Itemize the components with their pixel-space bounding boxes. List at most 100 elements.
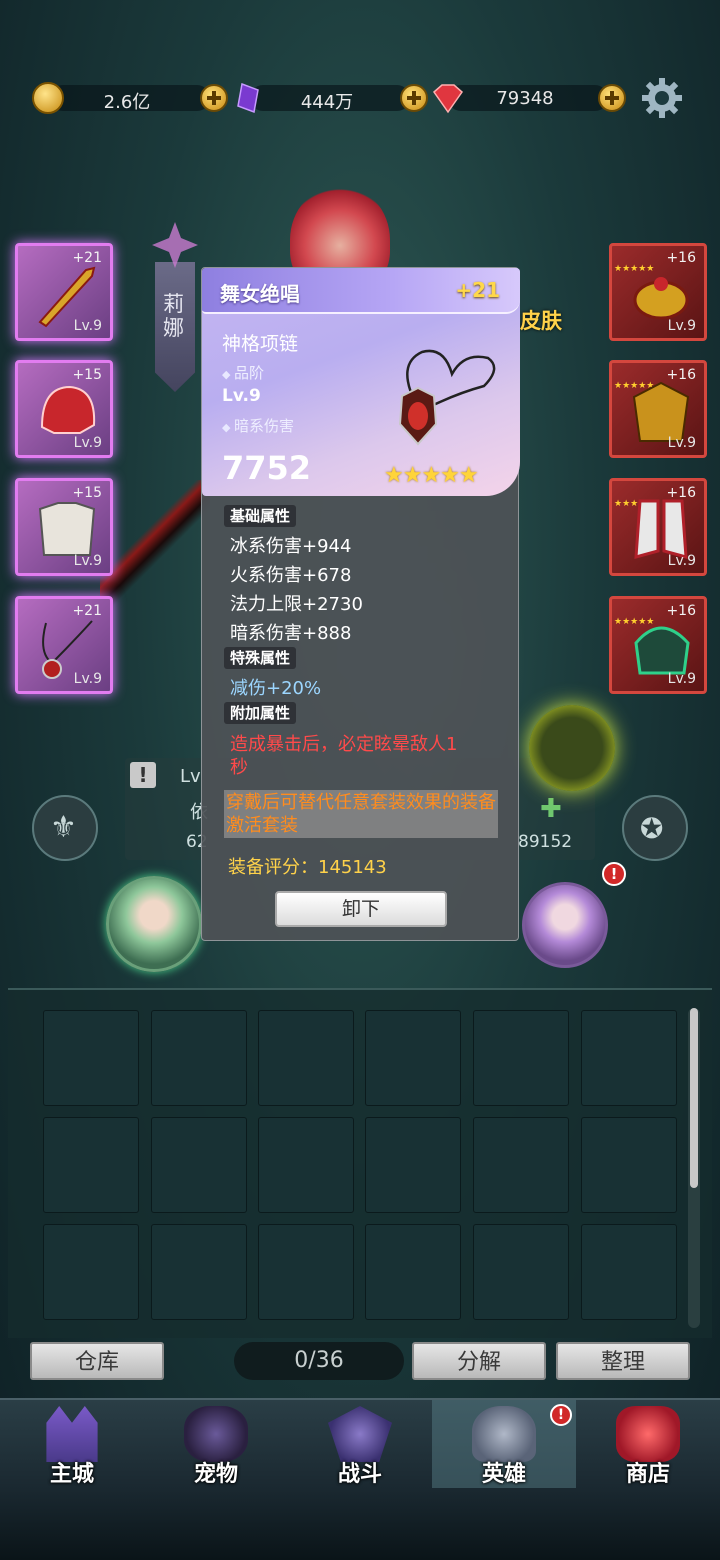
skin-label[interactable]: 皮肤	[520, 305, 562, 335]
inventory-slot[interactable]	[258, 1224, 354, 1320]
add-crystal-button[interactable]	[400, 84, 428, 112]
nav-label: 商店	[625, 1462, 670, 1487]
item-stars: ★★★★★	[384, 463, 479, 488]
equip-slot-weapon[interactable]: +21 Lv.9	[15, 243, 113, 341]
inventory-slot[interactable]	[581, 1224, 677, 1320]
inventory-slot[interactable]	[581, 1117, 677, 1213]
nav-battle[interactable]: 战斗	[288, 1400, 432, 1488]
equip-slot-boots[interactable]: +16 ★★★★★ Lv.9	[609, 478, 707, 576]
inventory-slot[interactable]	[365, 1117, 461, 1213]
inventory-slot[interactable]	[473, 1010, 569, 1106]
add-ruby-button[interactable]	[598, 84, 626, 112]
alert-badge: !	[602, 862, 626, 886]
set-effect-text: 穿戴后可替代任意套装效果的装备激活套装	[226, 792, 496, 836]
bottom-fade	[0, 1490, 720, 1560]
base-stat-3: 法力上限+2730	[230, 594, 363, 615]
inventory-slot[interactable]	[151, 1010, 247, 1106]
inventory-slot[interactable]	[365, 1010, 461, 1106]
item-type: 神格项链	[222, 333, 299, 355]
book-icon: ✪	[640, 812, 664, 845]
special-stats-title: 特殊属性	[224, 647, 297, 669]
inventory-slot[interactable]	[258, 1117, 354, 1213]
slot-level: Lv.9	[667, 435, 696, 451]
element-label: ◆ 暗系伤害	[222, 417, 294, 435]
weapon-deco	[100, 480, 210, 610]
extra-stats-title: 附加属性	[224, 702, 297, 724]
equip-slot-necklace[interactable]: +21 Lv.9	[15, 596, 113, 694]
inventory-slot[interactable]	[258, 1010, 354, 1106]
nav-label: 宠物	[193, 1462, 238, 1487]
nav-label: 主城	[49, 1462, 94, 1487]
slot-level: Lv.9	[73, 435, 102, 451]
slot-stars: ★★★★★	[614, 381, 655, 391]
equip-score: 装备评分：145143	[228, 857, 387, 878]
nav-main-city[interactable]: 主城	[0, 1400, 144, 1488]
gold-coin-icon	[32, 82, 64, 114]
inventory-slot[interactable]	[365, 1224, 461, 1320]
hero-power-right: 89152	[518, 832, 573, 852]
add-gold-button[interactable]	[200, 84, 228, 112]
slot-level: Lv.9	[667, 671, 696, 687]
extra-stat-line-1: 造成暴击后，必定眩晕敌人1	[230, 734, 458, 755]
gold-value: 2.6亿	[103, 92, 151, 113]
base-stat-1: 冰系伤害+944	[230, 536, 352, 557]
item-enhance: +21	[455, 278, 500, 302]
slot-level: Lv.9	[73, 671, 102, 687]
equip-slot-gloves[interactable]: +16 ★★★★★ Lv.9	[609, 596, 707, 694]
awaken-orb-button[interactable]	[529, 705, 615, 791]
hero-name: 莉娜	[163, 292, 184, 340]
treasure-icon	[616, 1406, 680, 1462]
equip-slot-shoulder[interactable]: +16 ★★★★★ Lv.9	[609, 360, 707, 458]
battle-emblem-icon	[328, 1406, 392, 1462]
slot-stars: ★★★★★	[614, 499, 655, 509]
base-stats-title: 基础属性	[224, 505, 297, 527]
nav-pets[interactable]: 宠物	[144, 1400, 288, 1488]
inventory-slot[interactable]	[43, 1224, 139, 1320]
warehouse-button[interactable]: 仓库	[30, 1342, 164, 1380]
nav-label: 英雄	[481, 1462, 526, 1487]
equip-slot-helmet[interactable]: +15 Lv.9	[15, 360, 113, 458]
hero-alert-badge: !	[550, 1404, 572, 1426]
settings-gear-icon[interactable]	[640, 76, 684, 120]
equip-slot-ring[interactable]: +16 ★★★★★ Lv.9	[609, 243, 707, 341]
inventory-scrollbar[interactable]	[688, 1008, 700, 1328]
base-stat-2: 火系伤害+678	[230, 565, 352, 586]
hero-emblem-icon	[150, 220, 200, 270]
upgrade-plus-icon[interactable]: ✚	[540, 796, 566, 822]
necklace-item-icon	[392, 344, 502, 454]
inventory-slot[interactable]	[151, 1224, 247, 1320]
inventory-slot[interactable]	[43, 1117, 139, 1213]
hero-portrait-green[interactable]	[106, 876, 202, 972]
item-level: Lv.9	[222, 386, 261, 406]
item-titlebar: 舞女绝唱 +21	[202, 268, 520, 314]
warning-icon[interactable]: !	[130, 762, 156, 788]
hero-portrait-purple[interactable]	[522, 882, 608, 968]
grade-label: ◆ 品阶	[222, 364, 264, 382]
slot-level: Lv.9	[667, 553, 696, 569]
base-stat-4: 暗系伤害+888	[230, 623, 352, 644]
slot-stars: ★★★★★	[614, 617, 655, 627]
gold-currency: 2.6亿	[32, 82, 232, 114]
fleur-icon: ⚜	[50, 810, 77, 845]
knight-helmet-icon	[472, 1406, 536, 1462]
red-gem-icon	[430, 82, 464, 114]
ruby-value: 79348	[496, 88, 554, 109]
inventory-slot[interactable]	[581, 1010, 677, 1106]
equip-slot-armor[interactable]: +15 Lv.9	[15, 478, 113, 576]
decompose-button[interactable]: 分解	[412, 1342, 546, 1380]
nav-heroes[interactable]: ! 英雄	[432, 1400, 576, 1488]
item-set-name: 舞女绝唱	[220, 282, 300, 306]
nav-shop[interactable]: 商店	[576, 1400, 720, 1488]
unequip-button[interactable]: 卸下	[275, 891, 447, 927]
inventory-slot[interactable]	[151, 1117, 247, 1213]
extra-stat-line-2: 秒	[230, 757, 248, 778]
crystal-value: 444万	[300, 92, 354, 113]
inventory-slot[interactable]	[473, 1117, 569, 1213]
sort-button[interactable]: 整理	[556, 1342, 690, 1380]
inventory-slot[interactable]	[43, 1010, 139, 1106]
inventory-slot[interactable]	[473, 1224, 569, 1320]
inventory-count: 0/36	[234, 1342, 404, 1380]
crystal-currency: 444万	[232, 82, 432, 114]
castle-icon	[46, 1406, 98, 1462]
slot-level: Lv.9	[667, 318, 696, 334]
